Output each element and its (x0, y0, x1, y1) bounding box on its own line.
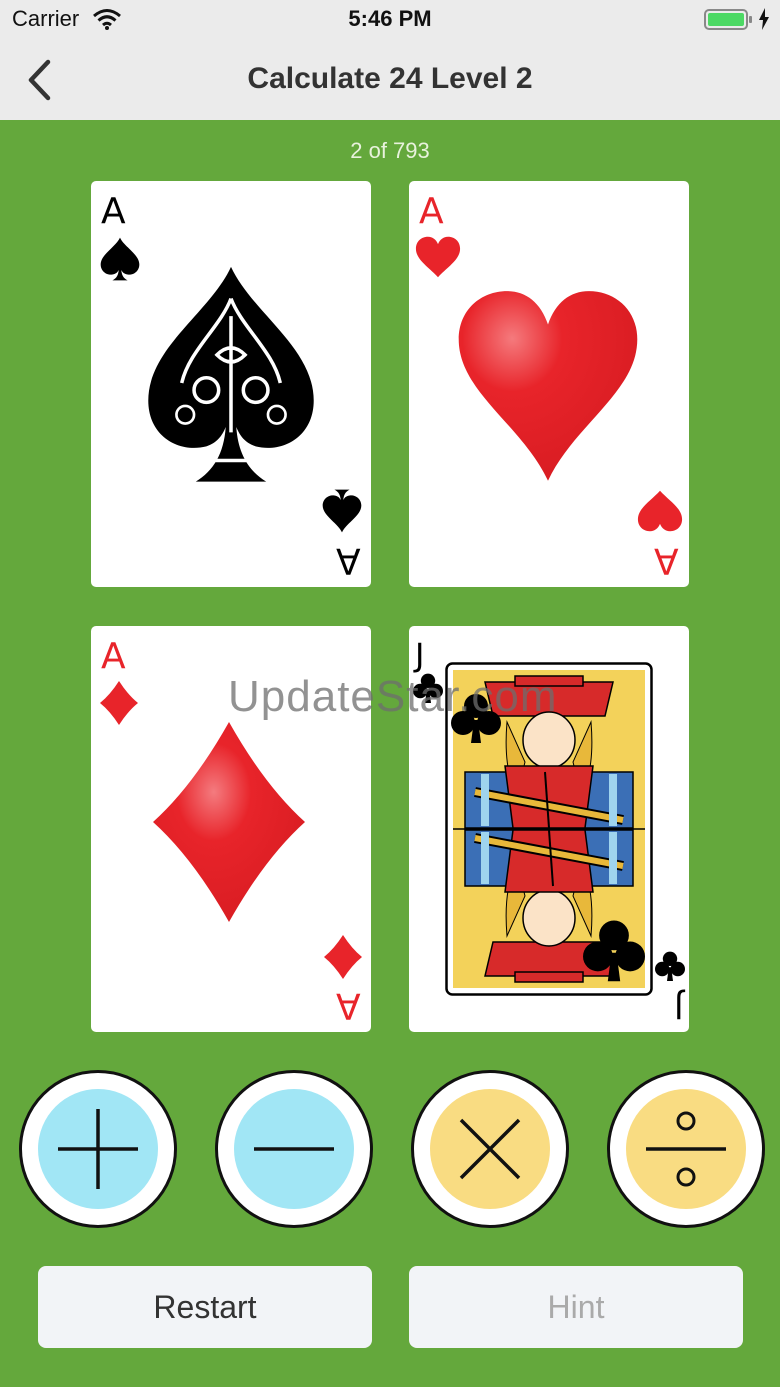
subtract-button-face (234, 1089, 354, 1209)
heart-icon (415, 236, 461, 278)
restart-button[interactable]: Restart (38, 1266, 372, 1348)
status-time: 5:46 PM (348, 6, 432, 31)
spade-icon (100, 237, 140, 281)
page-title: Calculate 24 Level 2 (247, 62, 533, 95)
hint-button[interactable]: Hint (409, 1266, 743, 1348)
divide-button-face (626, 1089, 746, 1209)
minus-icon (254, 1147, 334, 1151)
card-ace-of-hearts[interactable]: A A (409, 181, 689, 587)
charging-bolt-icon (759, 8, 769, 30)
multiply-button[interactable] (411, 1070, 569, 1228)
puzzle-progress: 2 of 793 (350, 138, 430, 163)
spade-pip-icon (148, 266, 314, 482)
card-rank: A (101, 191, 126, 232)
club-icon (655, 951, 685, 981)
card-rank: A (419, 191, 444, 232)
heart-pip-icon (458, 291, 638, 481)
divide-icon (646, 1111, 726, 1187)
diamond-pip-icon (153, 722, 305, 922)
heart-icon (637, 490, 683, 532)
subtract-button[interactable] (215, 1070, 373, 1228)
times-icon (459, 1118, 521, 1180)
card-rank: J (415, 636, 425, 674)
spade-icon (322, 489, 362, 533)
status-bar: Carrier 5:46 PM (0, 0, 780, 40)
card-rank: A (101, 636, 126, 677)
add-button-face (38, 1089, 158, 1209)
card-rank: A (654, 540, 679, 581)
card-ace-of-spades[interactable]: A A (91, 181, 371, 587)
watermark-text: UpdateStar.com (228, 672, 558, 721)
add-button[interactable] (19, 1070, 177, 1228)
card-rank: A (336, 540, 361, 581)
card-rank: J (673, 988, 683, 1026)
card-rank: A (336, 985, 361, 1026)
battery-icon (704, 9, 752, 30)
diamond-icon (324, 935, 362, 979)
plus-icon (58, 1109, 138, 1189)
diamond-icon (100, 681, 138, 725)
multiply-button-face (430, 1089, 550, 1209)
navigation-bar: Calculate 24 Level 2 (0, 40, 780, 120)
divide-button[interactable] (607, 1070, 765, 1228)
